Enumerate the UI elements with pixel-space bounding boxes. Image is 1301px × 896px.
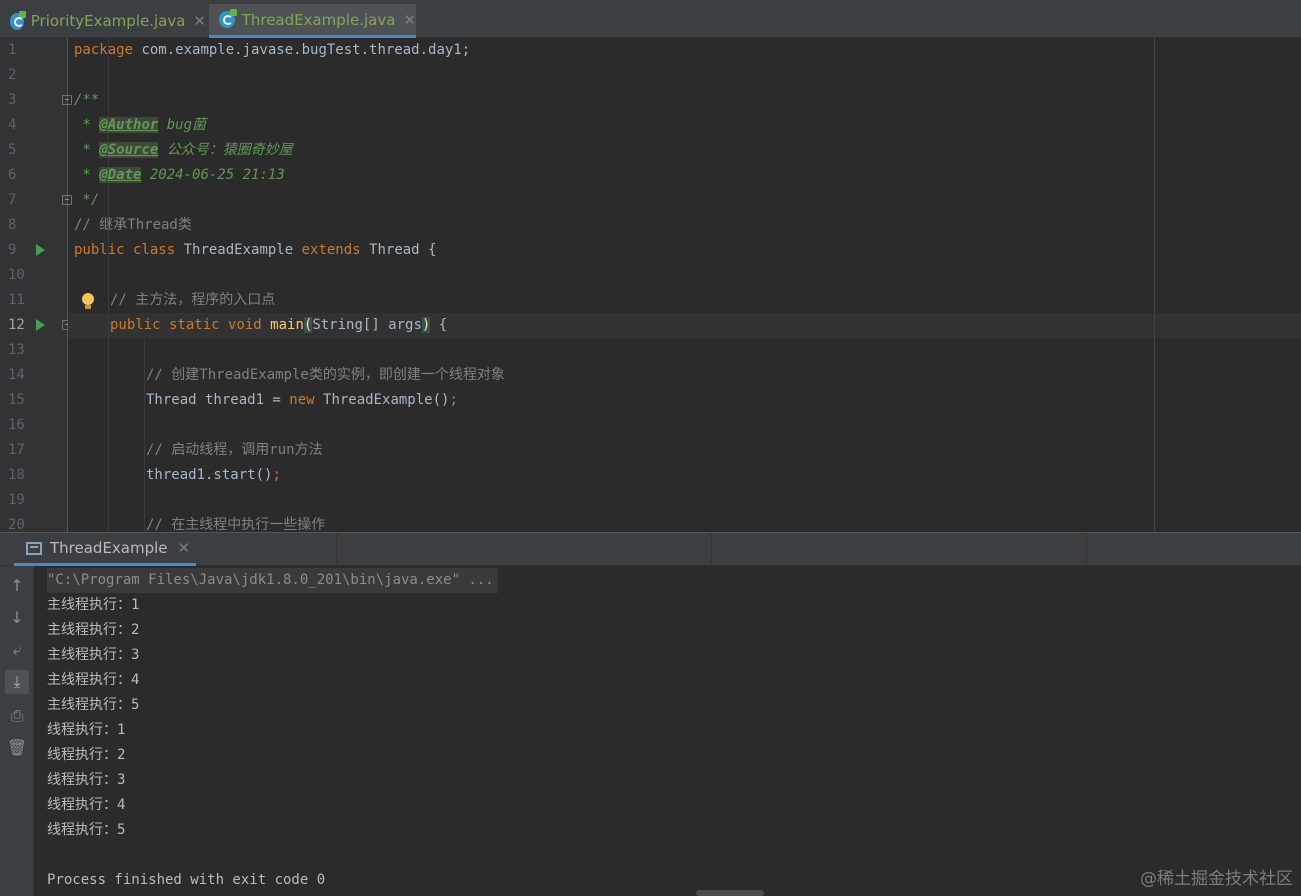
close-icon[interactable]: ✕ bbox=[403, 11, 416, 29]
code-line-6: * @Date 2024-06-25 21:13 bbox=[74, 167, 285, 183]
console-line-command: "C:\Program Files\Java\jdk1.8.0_201\bin\… bbox=[47, 568, 498, 593]
line-number: 10 bbox=[8, 267, 25, 283]
line-number: 4 bbox=[8, 117, 17, 133]
trash-icon[interactable]: 🗑 bbox=[5, 736, 29, 760]
run-class-icon[interactable] bbox=[36, 244, 45, 256]
horizontal-scrollbar[interactable] bbox=[696, 890, 764, 896]
code-line-3: /** bbox=[74, 92, 100, 108]
code-line-5: * @Source 公众号：猿圈奇妙屋 bbox=[74, 142, 293, 158]
code-editor[interactable]: package com.example.javase.bugTest.threa… bbox=[68, 38, 1301, 532]
editor-gutter: 1 2 3 4 5 6 7 8 9 10 11 12 13 14 15 16 1… bbox=[0, 38, 72, 533]
arrow-down-icon[interactable]: ↓ bbox=[5, 606, 29, 630]
code-line-7: */ bbox=[74, 192, 100, 208]
console-line: 线程执行：4 bbox=[47, 797, 126, 813]
editor-tab-bar: PriorityExample.java ✕ ThreadExample.jav… bbox=[0, 0, 1301, 38]
console-icon bbox=[26, 541, 42, 555]
code-line-18: thread1.start(); bbox=[146, 467, 281, 483]
line-number: 13 bbox=[8, 342, 25, 358]
console-line: 主线程执行：2 bbox=[47, 622, 140, 638]
line-number: 2 bbox=[8, 67, 17, 83]
line-number: 5 bbox=[8, 142, 17, 158]
console-line: 线程执行：1 bbox=[47, 722, 126, 738]
line-number: 6 bbox=[8, 167, 17, 183]
close-icon[interactable]: ✕ bbox=[193, 12, 206, 30]
code-line-9: public class ThreadExample extends Threa… bbox=[74, 242, 437, 258]
tab-label: PriorityExample.java bbox=[30, 12, 186, 30]
console-line: 线程执行：5 bbox=[47, 822, 126, 838]
code-line-20: // 在主线程中执行一些操作 bbox=[146, 517, 326, 532]
line-number: 16 bbox=[8, 417, 25, 433]
watermark: @稀土掘金技术社区 bbox=[1140, 869, 1293, 889]
code-line-17: // 启动线程，调用run方法 bbox=[146, 442, 323, 458]
divider bbox=[711, 533, 712, 566]
line-number: 18 bbox=[8, 467, 25, 483]
code-line-15: Thread thread1 = new ThreadExample(); bbox=[146, 392, 458, 408]
line-number: 1 bbox=[8, 42, 17, 58]
print-icon[interactable]: ⎙ bbox=[5, 704, 29, 728]
arrow-up-icon[interactable]: ↑ bbox=[5, 574, 29, 598]
java-class-icon bbox=[219, 9, 237, 28]
code-line-1: package com.example.javase.bugTest.threa… bbox=[74, 42, 471, 58]
line-number: 9 bbox=[8, 242, 17, 258]
console-line: 主线程执行：5 bbox=[47, 697, 140, 713]
line-number: 11 bbox=[8, 292, 25, 308]
console-line-exit: Process finished with exit code 0 bbox=[47, 872, 326, 888]
code-line-14: // 创建ThreadExample类的实例，即创建一个线程对象 bbox=[146, 367, 505, 383]
line-number: 15 bbox=[8, 392, 25, 408]
tab-priority-example[interactable]: PriorityExample.java ✕ bbox=[0, 4, 206, 38]
soft-wrap-icon[interactable]: ⤶ bbox=[5, 638, 29, 662]
code-line-4: * @Author bug菌 bbox=[74, 117, 207, 133]
console-line: 主线程执行：1 bbox=[47, 597, 140, 613]
console-line: 主线程执行：3 bbox=[47, 647, 140, 663]
run-tab-label: ThreadExample bbox=[50, 539, 168, 557]
run-tool-window-header: ThreadExample ✕ bbox=[0, 532, 1301, 566]
run-main-icon[interactable] bbox=[36, 319, 45, 331]
console-line: 线程执行：2 bbox=[47, 747, 126, 763]
code-line-11: // 主方法，程序的入口点 bbox=[110, 292, 276, 308]
run-tab-thread-example[interactable]: ThreadExample ✕ bbox=[14, 533, 196, 566]
line-number: 8 bbox=[8, 217, 17, 233]
console-toolbar: ↑ ↓ ⤶ ⤓ ⎙ 🗑 bbox=[0, 566, 34, 896]
line-number: 17 bbox=[8, 442, 25, 458]
console-output[interactable]: "C:\Program Files\Java\jdk1.8.0_201\bin\… bbox=[34, 566, 1301, 896]
code-line-12: public static void main(String[] args) { bbox=[110, 317, 448, 333]
tab-thread-example[interactable]: ThreadExample.java ✕ bbox=[209, 4, 416, 38]
indent-guide bbox=[144, 338, 145, 532]
divider bbox=[336, 533, 337, 566]
line-number: 7 bbox=[8, 192, 17, 208]
line-number: 3 bbox=[8, 92, 17, 108]
tab-label: ThreadExample.java bbox=[241, 10, 396, 29]
scroll-to-end-icon[interactable]: ⤓ bbox=[5, 670, 29, 694]
console-line: 主线程执行：4 bbox=[47, 672, 140, 688]
code-line-8: // 继承Thread类 bbox=[74, 217, 192, 233]
right-margin-line bbox=[1154, 38, 1155, 532]
close-icon[interactable]: ✕ bbox=[178, 539, 191, 557]
line-number: 19 bbox=[8, 492, 25, 508]
line-number: 14 bbox=[8, 367, 25, 383]
intention-bulb-icon[interactable] bbox=[82, 293, 94, 310]
console-line: 线程执行：3 bbox=[47, 772, 126, 788]
divider bbox=[1086, 533, 1087, 566]
java-class-icon bbox=[10, 10, 26, 30]
line-number-current: 12 bbox=[8, 317, 25, 333]
